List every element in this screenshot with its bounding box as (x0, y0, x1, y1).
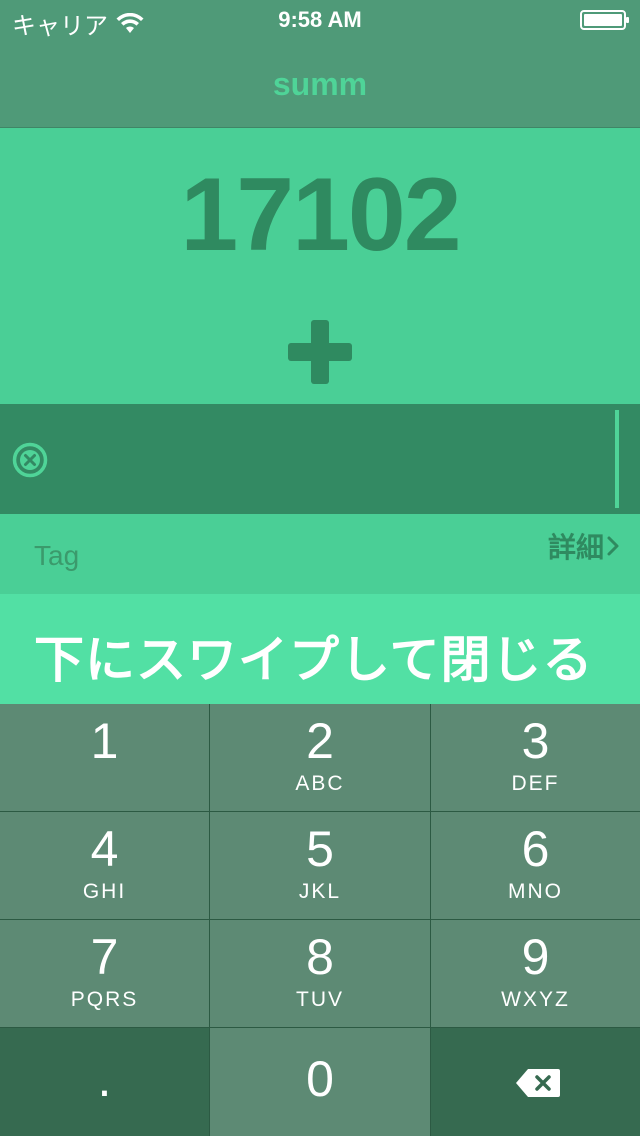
key-backspace[interactable] (431, 1028, 640, 1136)
chevron-right-icon (607, 536, 619, 556)
key-digit: 2 (306, 713, 334, 769)
total-display: 17102 (0, 128, 640, 404)
key-6[interactable]: 6 MNO (431, 812, 640, 919)
text-cursor (615, 410, 619, 508)
key-letters: ABC (295, 772, 345, 795)
key-3[interactable]: 3 DEF (431, 704, 640, 811)
key-letters: TUV (296, 988, 344, 1011)
key-digit: 4 (90, 821, 119, 877)
key-digit: 3 (521, 713, 550, 769)
plus-icon[interactable] (288, 320, 352, 384)
swipe-hint-text: 下にスワイプして閉じる (34, 632, 594, 688)
amount-input[interactable] (60, 424, 600, 494)
key-2[interactable]: 2 ABC (210, 704, 430, 811)
key-8[interactable]: 8 TUV (210, 920, 430, 1027)
key-digit: 0 (306, 1051, 334, 1107)
key-1[interactable]: 1 (0, 704, 209, 811)
key-letters: DEF (511, 772, 560, 795)
status-bar: キャリア 9:58 AM (0, 0, 640, 40)
key-digit: 6 (521, 821, 550, 877)
swipe-to-dismiss-banner[interactable]: 下にスワイプして閉じる (0, 594, 640, 704)
key-digit: 7 (90, 929, 119, 985)
key-9[interactable]: 9 WXYZ (431, 920, 640, 1027)
key-7[interactable]: 7 PQRS (0, 920, 209, 1027)
battery-icon (580, 10, 629, 30)
key-digit: 9 (521, 929, 550, 985)
navigation-bar: キャリア 9:58 AM summ (0, 0, 640, 128)
key-0[interactable]: 0 (210, 1028, 430, 1136)
amount-input-bar (0, 404, 640, 514)
tag-input[interactable] (34, 534, 434, 578)
key-letters: MNO (508, 880, 563, 903)
detail-label: 詳細 (547, 532, 604, 563)
numeric-keypad: 1 2 ABC 3 DEF 4 GHI 5 JKL 6 MNO 7 PQRS 8… (0, 704, 640, 1136)
status-time: 9:58 AM (278, 7, 362, 32)
key-letters: GHI (82, 880, 127, 903)
key-letters: PQRS (70, 988, 139, 1011)
key-5[interactable]: 5 JKL (210, 812, 430, 919)
key-letters: WXYZ (501, 988, 570, 1011)
key-digit: . (97, 1051, 112, 1107)
total-value: 17102 (180, 157, 461, 273)
key-4[interactable]: 4 GHI (0, 812, 209, 919)
clear-circle-icon[interactable] (12, 442, 48, 478)
tag-row: 詳細 (0, 514, 640, 594)
key-digit: 8 (306, 929, 334, 985)
detail-button[interactable]: 詳細 (548, 526, 620, 566)
key-letters: JKL (298, 880, 342, 903)
key-decimal[interactable]: . (0, 1028, 209, 1136)
app-title: summ (272, 66, 368, 102)
backspace-icon (516, 1069, 560, 1097)
key-digit: 5 (306, 821, 334, 877)
key-digit: 1 (90, 713, 119, 769)
